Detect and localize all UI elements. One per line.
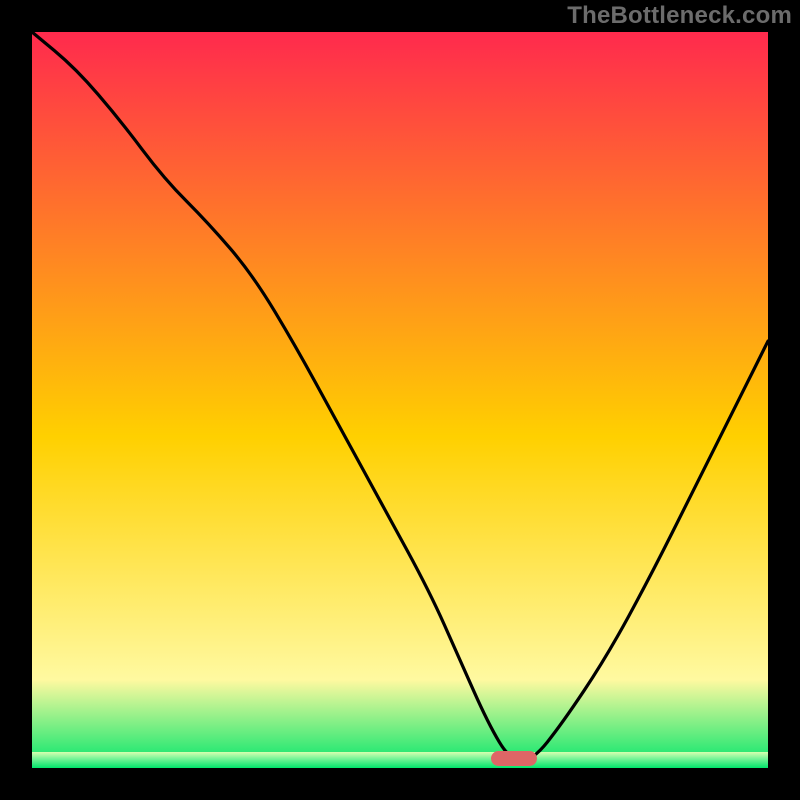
green-baseline-strip <box>32 752 768 768</box>
gradient-background <box>32 32 768 768</box>
watermark-text: TheBottleneck.com <box>567 2 792 30</box>
chart-frame: TheBottleneck.com <box>0 0 800 800</box>
plot-svg <box>32 32 768 768</box>
plot-area <box>32 32 768 768</box>
optimal-range-marker <box>491 751 537 766</box>
